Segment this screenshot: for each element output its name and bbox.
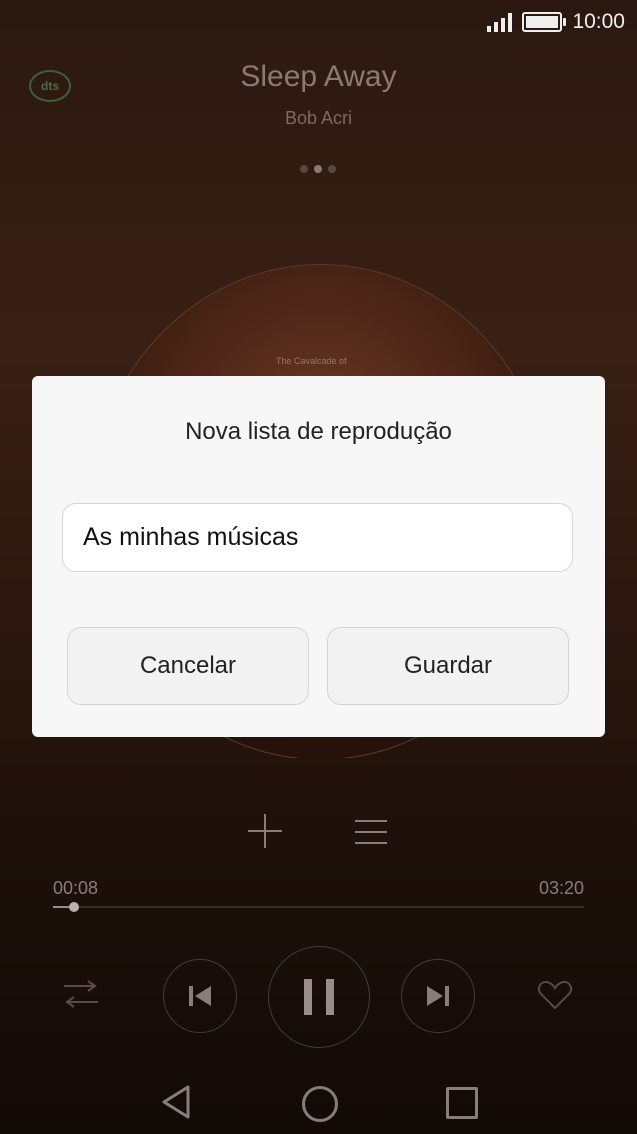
signal-icon [487,12,513,32]
status-icons: 10:00 [487,10,625,34]
navigation-bar [0,1070,637,1134]
save-button[interactable]: Guardar [327,627,569,705]
album-cover-text: The Cavalcade of [276,356,347,366]
page-dot-active [314,165,322,173]
artist-name: Bob Acri [284,108,353,128]
playlist-name-input[interactable] [62,503,573,572]
shuffle-icon[interactable] [62,978,100,1015]
total-duration: 03:20 [538,878,584,898]
new-playlist-dialog: Nova lista de reprodução Cancelar Guarda… [32,376,605,737]
pause-icon [304,979,334,1015]
menu-icon[interactable] [355,820,387,853]
skip-next-icon [427,986,449,1006]
playback-controls [0,940,637,1050]
skip-previous-icon [189,986,211,1006]
playlist-actions [0,812,637,856]
seek-bar[interactable] [53,902,584,912]
status-bar: 10:00 [0,0,637,44]
plus-icon[interactable] [248,814,282,848]
status-time: 10:00 [572,10,625,33]
page-dot [328,165,336,173]
page-indicator [300,165,336,173]
dialog-title: Nova lista de reprodução [185,418,452,445]
page-dot [300,165,308,173]
back-icon[interactable] [160,1084,192,1125]
seek-bar-knob[interactable] [69,902,80,912]
song-title: Sleep Away [240,60,397,93]
battery-icon [522,12,567,32]
previous-button[interactable] [163,959,237,1033]
cancel-button[interactable]: Cancelar [67,627,309,705]
home-icon[interactable] [302,1086,338,1122]
next-button[interactable] [401,959,475,1033]
elapsed-time: 00:08 [53,878,99,898]
pause-button[interactable] [268,946,370,1048]
recent-apps-icon[interactable] [446,1087,478,1119]
heart-icon[interactable] [537,980,573,1015]
